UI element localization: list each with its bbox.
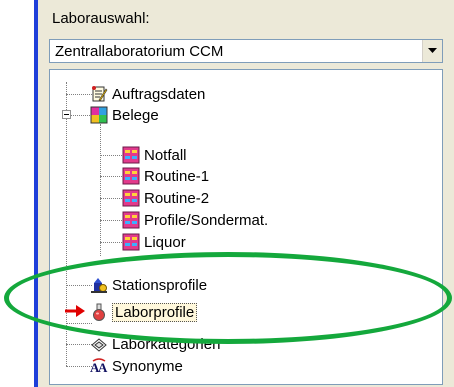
tree-item-label: Belege (112, 106, 159, 124)
lab-select-value: Zentrallaboratorium CCM (55, 43, 224, 60)
tree-item-label: Routine-2 (144, 189, 210, 207)
tree-item-label: Laborprofile (112, 302, 198, 322)
flask-icon (93, 303, 105, 321)
lab-select-label: Laborauswahl: (52, 10, 150, 27)
tree-item-auftragsdaten[interactable]: Auftragsdaten (90, 84, 205, 104)
tree-connector (66, 285, 92, 286)
tree-connector (100, 124, 101, 256)
form-icon (122, 146, 140, 164)
form-icon (122, 233, 140, 251)
tree-connector (100, 198, 122, 199)
tree-item-routine-1[interactable]: Routine-1 (122, 166, 209, 186)
form-icon (122, 167, 140, 185)
svg-text:A: A (98, 360, 108, 375)
tree-item-belege[interactable]: Belege (90, 105, 159, 125)
tree-connector (100, 176, 122, 177)
tree-view[interactable]: Auftragsdaten Belege Notfall Routine-1 R… (49, 69, 443, 385)
tree-connector (66, 94, 92, 95)
tree-connector (66, 366, 92, 367)
station-profile-icon (91, 278, 107, 293)
left-margin (0, 0, 34, 387)
forms-icon (90, 106, 108, 124)
tree-item-profile-sondermat[interactable]: Profile/Sondermat. (122, 210, 268, 230)
tree-item-liquor[interactable]: Liquor (122, 232, 186, 252)
dropdown-button[interactable] (422, 40, 442, 62)
tree-connector (100, 155, 122, 156)
tree-item-laborkategorien[interactable]: Laborkategorien (90, 334, 220, 354)
synonyms-icon: A A (90, 358, 108, 375)
tree-connector (100, 242, 122, 243)
tree-connector (100, 220, 122, 221)
tree-connector (71, 115, 92, 116)
tree-item-label: Laborkategorien (112, 335, 221, 353)
lab-select-dropdown[interactable]: Zentrallaboratorium CCM (49, 39, 443, 63)
categories-icon (91, 338, 107, 352)
form-icon (122, 211, 140, 229)
tree-connector (66, 323, 92, 324)
tree-item-label: Profile/Sondermat. (144, 211, 269, 229)
collapse-toggle[interactable] (62, 110, 71, 119)
tree-item-routine-2[interactable]: Routine-2 (122, 188, 209, 208)
chevron-down-icon (428, 48, 437, 53)
tree-item-label: Synonyme (112, 357, 183, 375)
tree-connector (66, 344, 92, 345)
tree-item-notfall[interactable]: Notfall (122, 145, 187, 165)
tree-item-label: Stationsprofile (112, 276, 208, 294)
tree-item-label: Liquor (144, 233, 186, 251)
tree-item-label: Notfall (144, 146, 187, 164)
document-edit-icon (92, 86, 108, 102)
tree-item-laborprofile[interactable]: Laborprofile (90, 302, 198, 322)
tree-item-label: Auftragsdaten (112, 85, 206, 103)
form-icon (122, 189, 140, 207)
red-arrow-icon (65, 305, 85, 317)
tree-item-label: Routine-1 (144, 167, 210, 185)
tree-item-stationsprofile[interactable]: Stationsprofile (90, 275, 207, 295)
tree-item-synonyme[interactable]: A A Synonyme (90, 356, 183, 376)
